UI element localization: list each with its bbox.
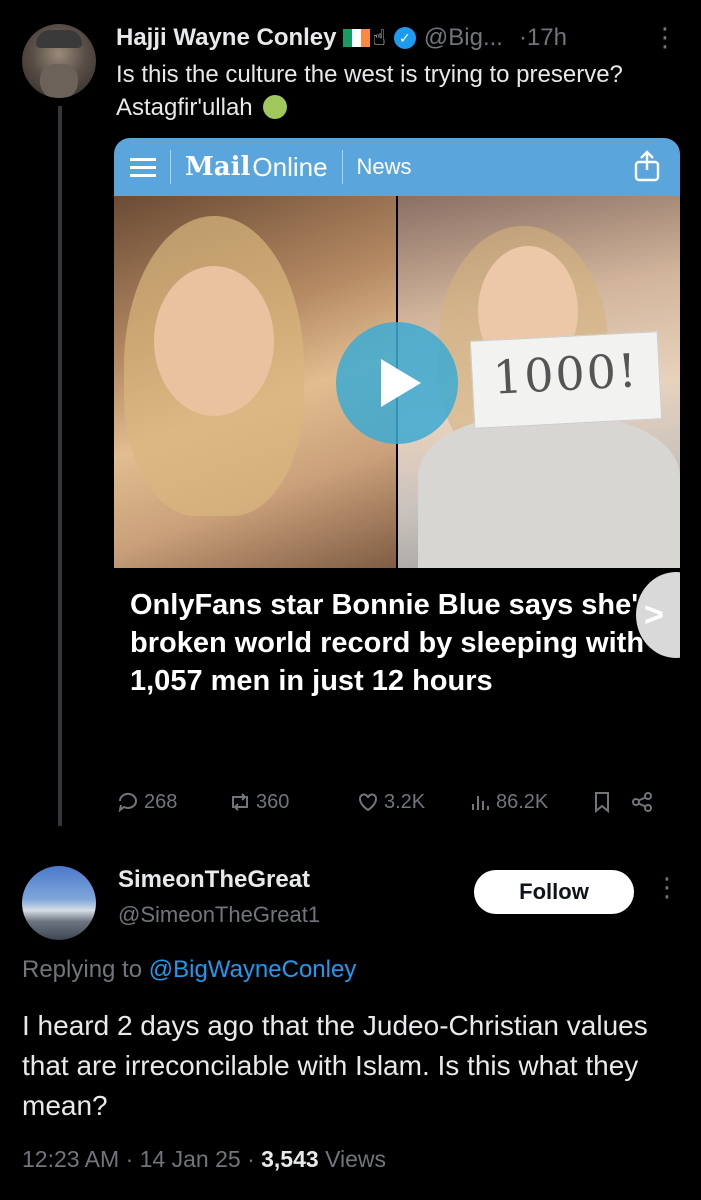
replying-mention[interactable]: @BigWayneConley <box>149 956 357 983</box>
bookmark-icon <box>595 792 609 814</box>
robe-shape <box>418 416 680 568</box>
replying-to: Replying to @BigWayneConley <box>22 956 356 984</box>
reply-button[interactable]: 268 <box>116 790 177 814</box>
views-count: 86.2K <box>496 790 549 813</box>
reply-date[interactable]: 14 Jan 25 <box>140 1146 241 1172</box>
follow-button[interactable]: Follow <box>474 870 634 914</box>
index-finger-icon: ☝ <box>372 25 386 50</box>
reply-meta: 12:23 AM · 14 Jan 25 · 3,543 Views <box>22 1146 386 1173</box>
analytics-icon <box>472 796 489 810</box>
share-icon <box>632 792 652 812</box>
avatar-beard <box>40 64 78 98</box>
divider <box>170 150 171 184</box>
chevron-right-icon: > <box>644 596 664 634</box>
reply-author-name[interactable]: SimeonTheGreat <box>118 866 310 894</box>
verified-badge-icon: ✓ <box>393 27 416 49</box>
separator-dot: · <box>247 1146 262 1172</box>
like-button[interactable]: 3.2K <box>356 790 425 814</box>
reply-views-count: 3,543 <box>261 1146 319 1172</box>
held-sign: 1000! <box>469 331 663 429</box>
bookmark-button[interactable] <box>590 790 614 814</box>
reply-count: 268 <box>144 790 178 813</box>
author-avatar[interactable] <box>22 24 96 98</box>
more-options-icon[interactable]: ⋮ <box>654 872 680 903</box>
reply-time[interactable]: 12:23 AM <box>22 1146 119 1172</box>
like-count: 3.2K <box>384 790 426 813</box>
brand-online: Online <box>252 151 328 182</box>
more-options-icon[interactable]: ⋮ <box>652 22 678 53</box>
tweet-text: Is this the culture the west is trying t… <box>116 58 676 124</box>
views-button[interactable]: 86.2K <box>468 790 548 814</box>
nauseated-face-icon <box>263 95 288 119</box>
share-button[interactable] <box>630 790 654 814</box>
article-headline[interactable]: OnlyFans star Bonnie Blue says she's bro… <box>130 586 660 700</box>
repost-icon <box>232 793 248 811</box>
thread-line <box>58 106 62 826</box>
reply-text: I heard 2 days ago that the Judeo-Christ… <box>22 1010 648 1121</box>
tweet-header: Hajji Wayne Conley ☝ ✓ @Big... ·17h <box>116 20 567 56</box>
replying-prefix: Replying to <box>22 956 149 983</box>
ireland-flag-icon <box>342 29 371 47</box>
sign-text: 1000! <box>491 343 640 405</box>
reply-avatar[interactable] <box>22 866 96 940</box>
reply-views-label: Views <box>325 1146 387 1172</box>
section-label: News <box>356 154 412 179</box>
share-icon[interactable] <box>634 150 660 182</box>
separator-dot: · <box>125 1146 140 1172</box>
heart-icon <box>359 793 377 812</box>
card-header: Mail Online News <box>114 138 680 196</box>
reply-author-handle[interactable]: @SimeonTheGreat1 <box>118 902 320 928</box>
reply-icon <box>118 792 137 813</box>
media-card[interactable]: Mail Online News 1000! OnlyFans star Bon… <box>114 138 680 758</box>
menu-icon[interactable] <box>130 157 156 177</box>
play-icon <box>381 359 421 407</box>
divider <box>341 150 343 184</box>
action-bar: 268 360 3.2K 86.2K <box>116 790 676 826</box>
author-name[interactable]: Hajji Wayne Conley <box>116 24 337 52</box>
play-button[interactable] <box>336 322 458 444</box>
repost-count: 360 <box>256 790 290 813</box>
tweet-time[interactable]: ·17h <box>519 24 567 52</box>
avatar-hat <box>36 30 82 48</box>
repost-button[interactable]: 360 <box>228 790 289 814</box>
brand-mail: Mail <box>185 152 251 182</box>
author-handle[interactable]: @Big... <box>424 24 503 52</box>
tweet-text-content: Is this the culture the west is trying t… <box>116 61 623 121</box>
face-shape <box>154 266 274 416</box>
